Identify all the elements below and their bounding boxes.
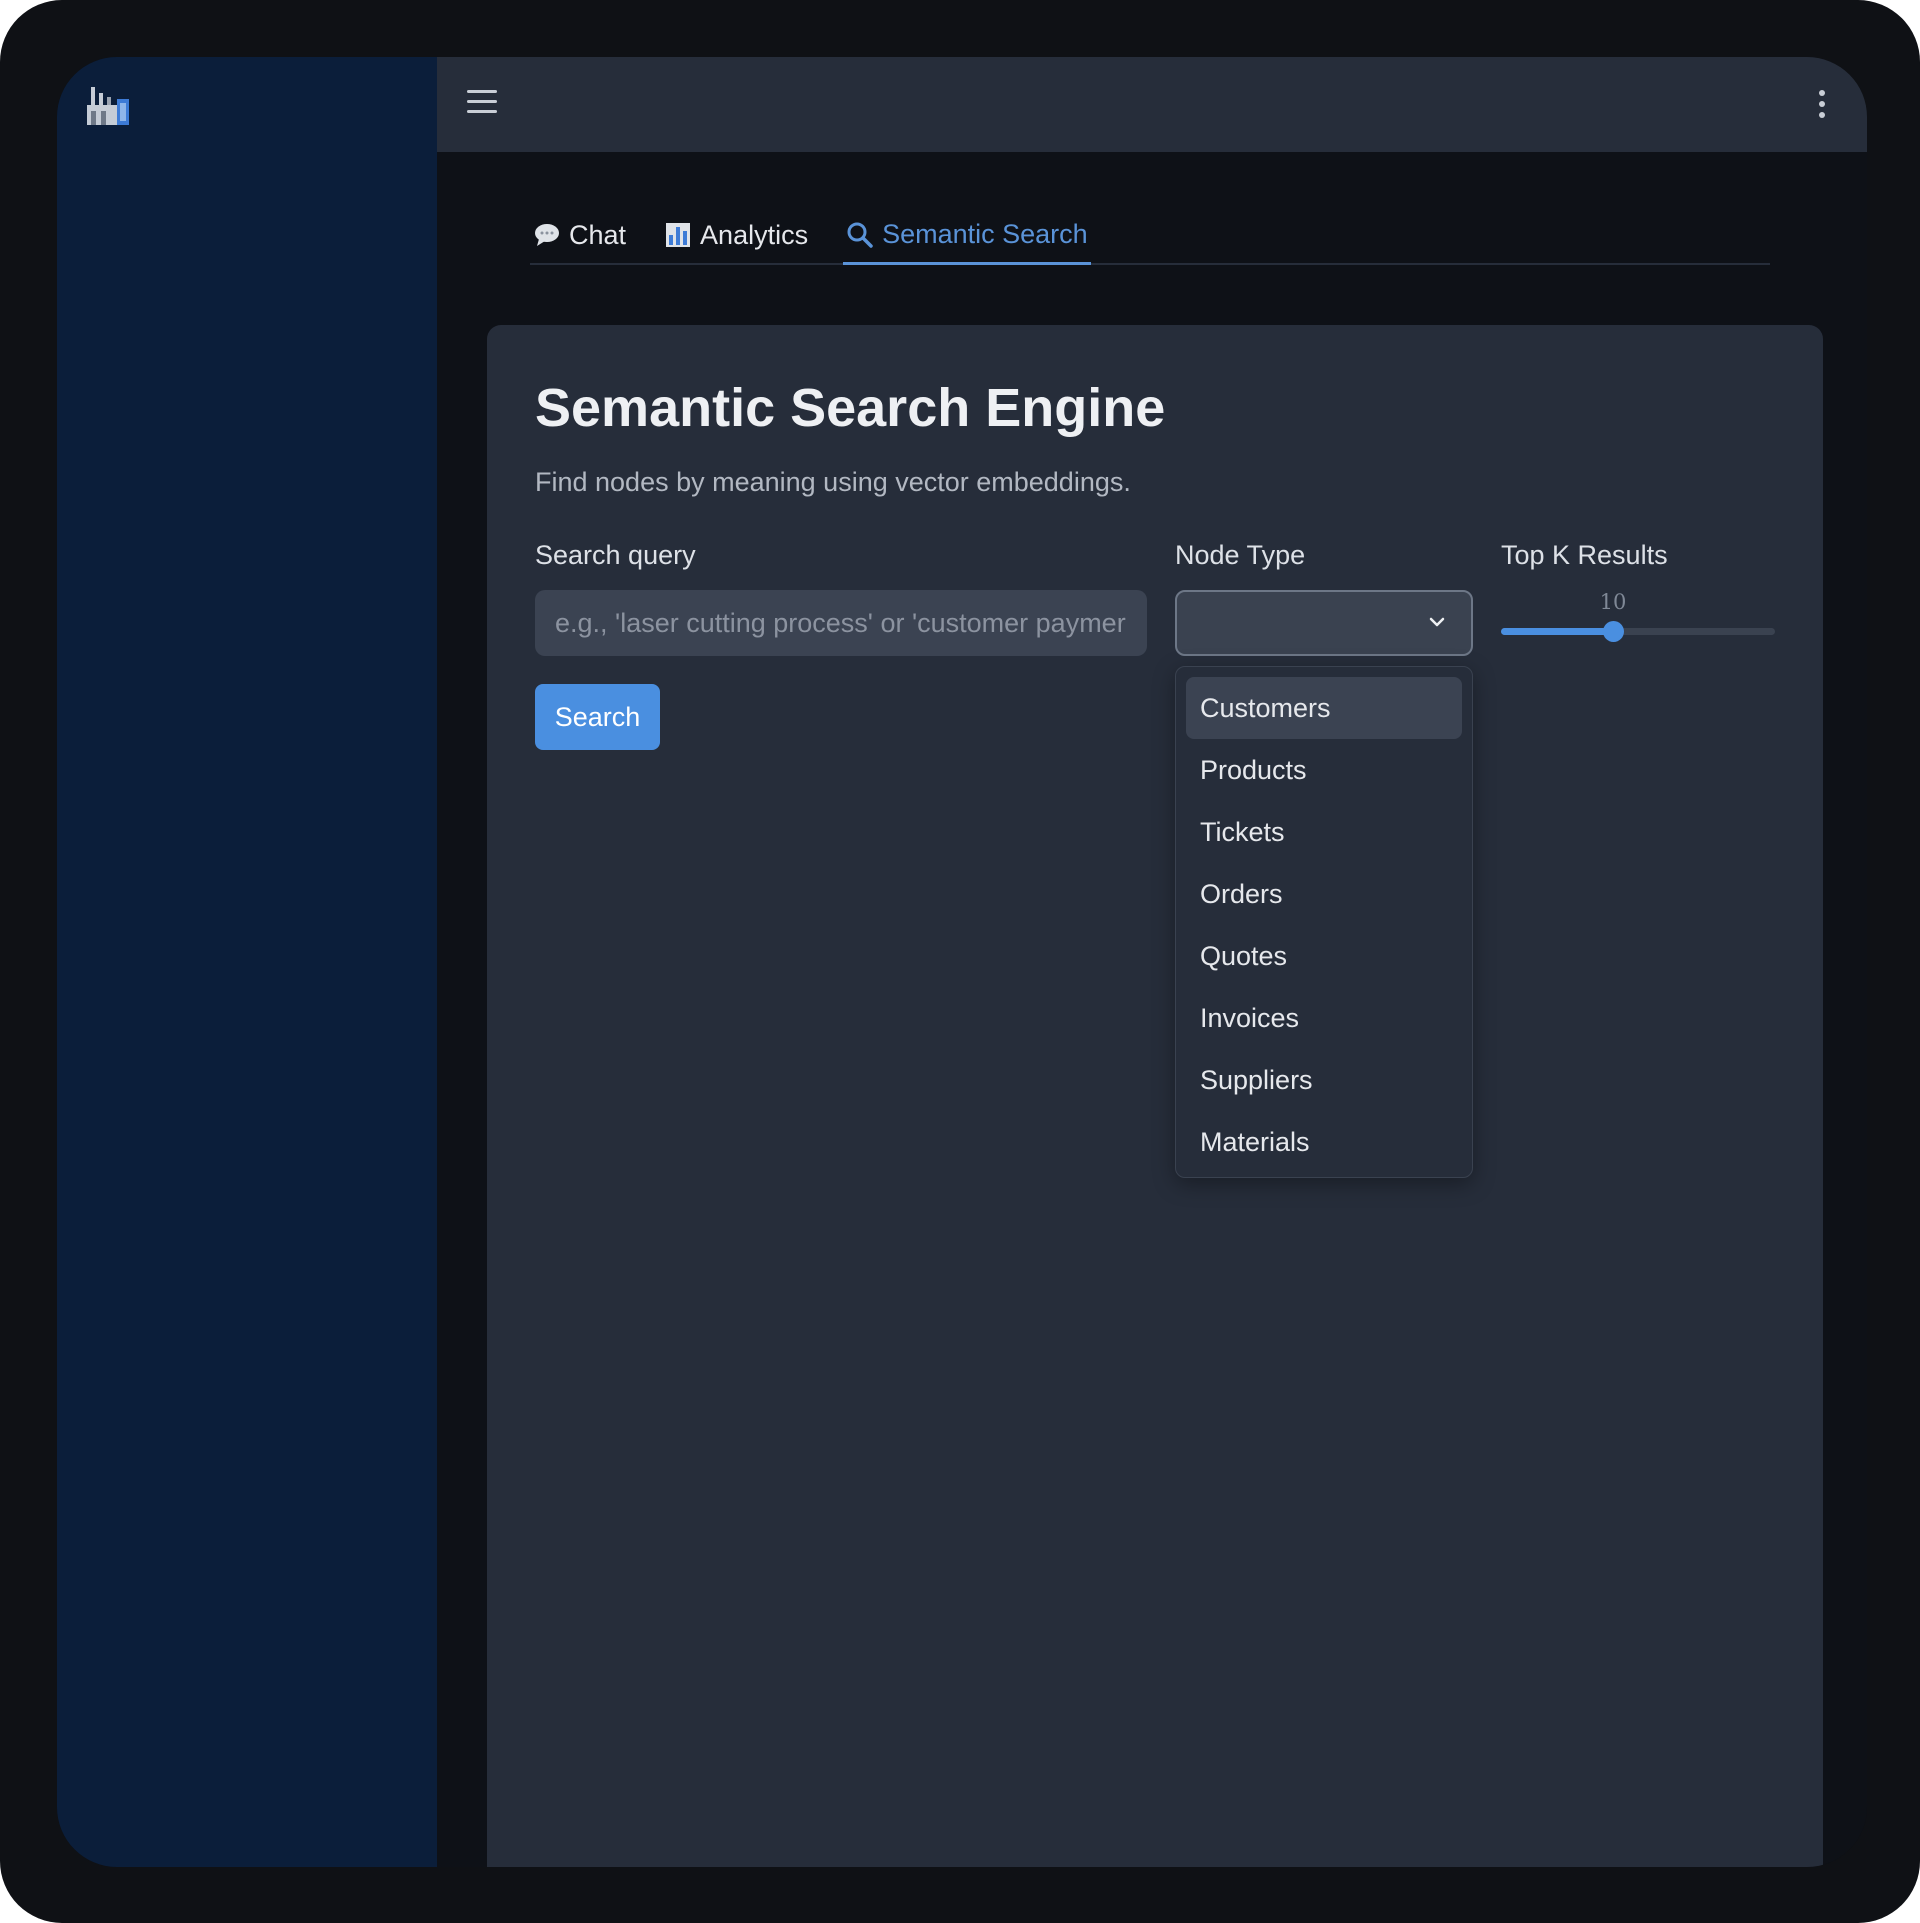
device-frame: Chat Analytics Semantic Search Semantic … [0, 0, 1920, 1923]
kebab-menu-icon[interactable] [1817, 90, 1827, 120]
tab-semantic-search-label: Semantic Search [882, 219, 1088, 249]
dropdown-option-invoices[interactable]: Invoices [1186, 987, 1462, 1049]
tab-analytics-label: Analytics [700, 219, 809, 250]
node-type-dropdown: Customers Products Tickets Orders Quotes… [1175, 666, 1473, 1178]
factory-logo-icon [87, 87, 129, 125]
speech-bubble-icon [535, 224, 559, 246]
bar-chart-icon [666, 223, 691, 247]
dropdown-option-quotes[interactable]: Quotes [1186, 925, 1462, 987]
chevron-down-icon [1429, 617, 1445, 627]
search-query-input[interactable]: e.g., 'laser cutting process' or 'custom… [535, 590, 1147, 656]
tab-analytics[interactable]: Analytics [661, 207, 811, 263]
tab-chat-label: Chat [569, 219, 627, 250]
slider-thumb[interactable] [1603, 621, 1624, 642]
search-query-placeholder: e.g., 'laser cutting process' or 'custom… [555, 607, 1126, 638]
dropdown-option-suppliers[interactable]: Suppliers [1186, 1049, 1462, 1111]
node-type-select[interactable] [1175, 590, 1473, 656]
top-k-slider[interactable]: 10 [1501, 590, 1775, 642]
tab-chat[interactable]: Chat [530, 207, 629, 263]
top-bar [437, 57, 1867, 152]
page-title: Semantic Search Engine [535, 378, 1166, 438]
main-content: Chat Analytics Semantic Search Semantic … [437, 152, 1867, 1867]
dropdown-option-products[interactable]: Products [1186, 739, 1462, 801]
app-window: Chat Analytics Semantic Search Semantic … [57, 57, 1867, 1867]
hamburger-menu-icon[interactable] [467, 90, 497, 116]
node-type-label: Node Type [1175, 540, 1306, 570]
dropdown-option-tickets[interactable]: Tickets [1186, 801, 1462, 863]
tab-semantic-search[interactable]: Semantic Search [843, 207, 1091, 265]
tab-bar: Chat Analytics Semantic Search [530, 207, 1770, 265]
top-k-label: Top K Results [1501, 540, 1668, 570]
sidebar [57, 57, 437, 1867]
magnifier-icon [847, 222, 873, 248]
dropdown-option-customers[interactable]: Customers [1186, 677, 1462, 739]
semantic-search-panel: Semantic Search Engine Find nodes by mea… [487, 325, 1823, 1867]
dropdown-option-materials[interactable]: Materials [1186, 1111, 1462, 1173]
search-query-label: Search query [535, 540, 696, 570]
search-button[interactable]: Search [535, 684, 660, 750]
dropdown-option-orders[interactable]: Orders [1186, 863, 1462, 925]
page-subtitle: Find nodes by meaning using vector embed… [535, 467, 1131, 497]
top-k-value: 10 [1599, 590, 1627, 614]
slider-fill [1501, 628, 1613, 635]
